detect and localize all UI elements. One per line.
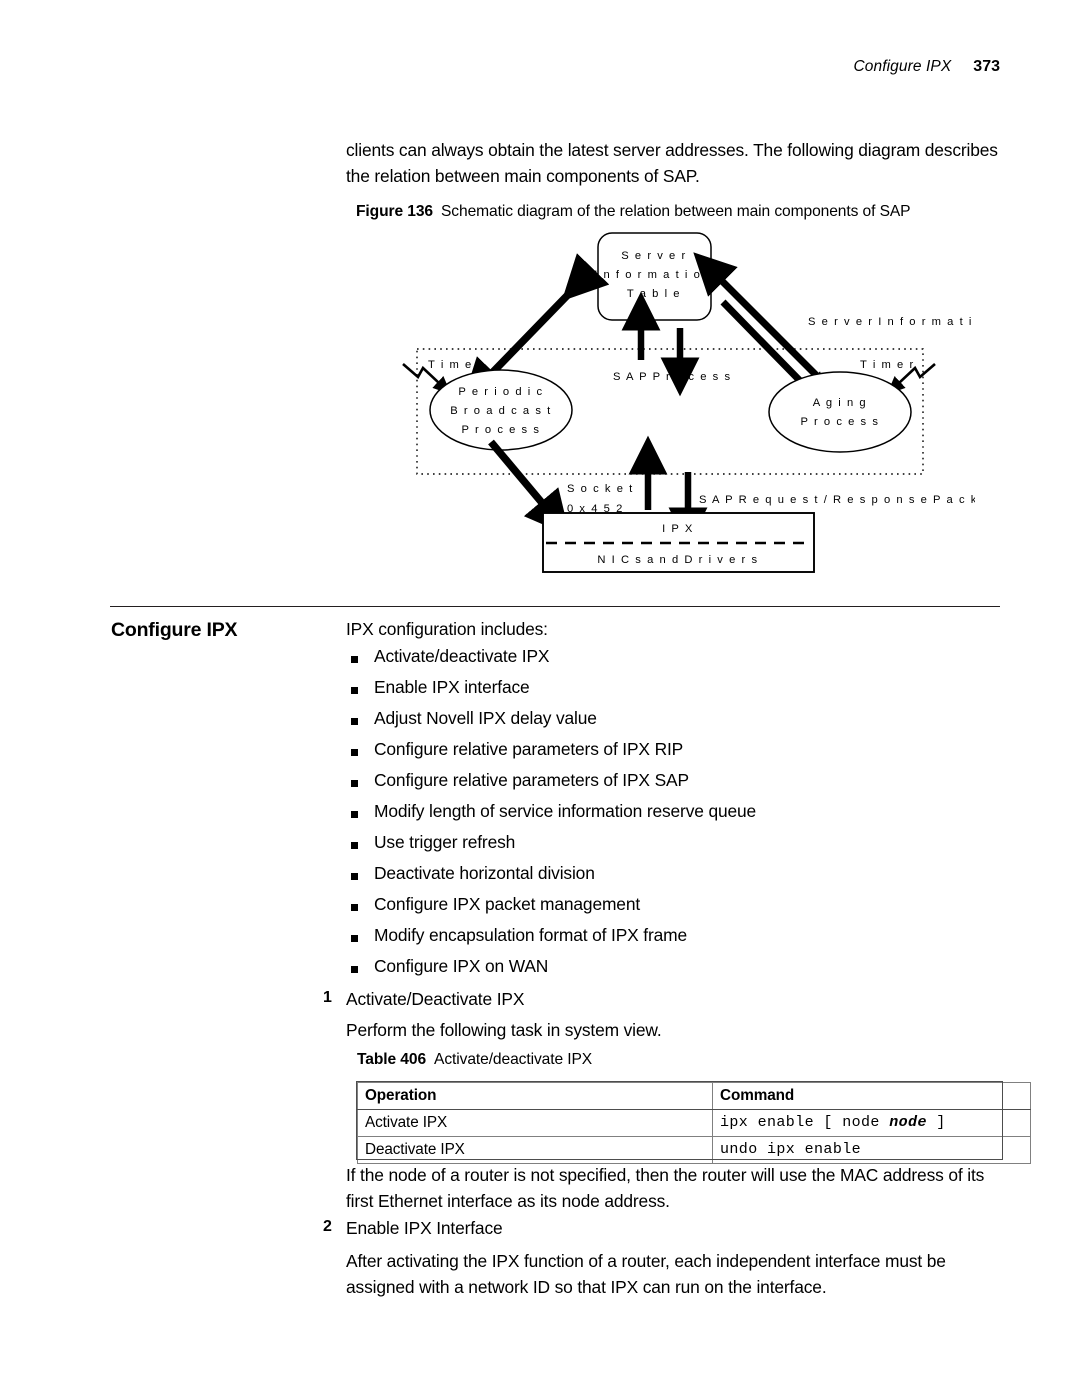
list-item-label: Configure IPX packet management	[374, 894, 641, 914]
list-item: Modify length of service information res…	[346, 801, 1006, 832]
document-page: Configure IPX 373 clients can always obt…	[0, 0, 1080, 1397]
cell-operation: Activate IPX	[357, 1109, 713, 1137]
list-item: Adjust Novell IPX delay value	[346, 708, 1006, 739]
periodic-line3: P r o c e s s	[461, 424, 540, 436]
aging-process-node	[768, 371, 912, 453]
intro-paragraph: clients can always obtain the latest ser…	[346, 140, 998, 186]
periodic-line1: P e r i o d i c	[458, 386, 543, 398]
bullet-square-icon	[351, 842, 358, 849]
list-item: Configure IPX on WAN	[346, 956, 1006, 987]
cell-command: undo ipx enable	[712, 1136, 1031, 1164]
table-label: Table 406	[357, 1051, 427, 1068]
section-lead-line: IPX configuration includes:	[346, 619, 548, 639]
sap-schematic-diagram: S e r v e r I n f o r m a t i o n T a b …	[395, 232, 975, 577]
command-variable: node	[889, 1114, 927, 1131]
arrow-down-to-aging-process	[720, 299, 835, 417]
table-caption: Table 406 Activate/deactivate IPX	[357, 1051, 592, 1069]
list-item-label: Use trigger refresh	[374, 832, 516, 852]
figure-caption-text: Schematic diagram of the relation betwee…	[441, 203, 911, 220]
list-item-label: Configure IPX on WAN	[374, 956, 549, 976]
list-item: Modify encapsulation format of IPX frame	[346, 925, 1006, 956]
page-number: 373	[973, 58, 1000, 75]
section-divider-rule	[110, 606, 1000, 607]
nics-drivers-label: N I C s a n d D r i v e r s	[597, 554, 758, 566]
list-item: Configure IPX packet management	[346, 894, 1006, 925]
periodic-line2: B r o a d c a s t	[450, 405, 552, 417]
bullet-square-icon	[351, 935, 358, 942]
step-2-number: 2	[323, 1218, 332, 1235]
table-row: Deactivate IPX undo ipx enable	[357, 1136, 1031, 1164]
step-1-number: 1	[323, 989, 332, 1006]
list-item-label: Deactivate horizontal division	[374, 863, 595, 883]
bullet-square-icon	[351, 873, 358, 880]
ipx-configuration-bullet-list: Activate/deactivate IPX Enable IPX inter…	[346, 646, 1006, 987]
list-item-label: Configure relative parameters of IPX RIP	[374, 739, 684, 759]
command-prefix: ipx enable [ node	[720, 1114, 890, 1131]
header-title: Configure IPX	[853, 58, 952, 75]
bullet-square-icon	[351, 718, 358, 725]
step-1-title: Activate/Deactivate IPX	[346, 989, 525, 1009]
cell-operation: Deactivate IPX	[357, 1136, 713, 1164]
ipx-label: I P X	[662, 523, 694, 535]
arrow-periodic-to-ipx	[488, 439, 570, 537]
cell-command: ipx enable [ node node ]	[712, 1109, 1031, 1137]
list-item-label: Adjust Novell IPX delay value	[374, 708, 597, 728]
figure-label: Figure 136	[356, 203, 433, 220]
arrow-table-periodic-bidirectional	[461, 253, 610, 405]
page-header: Configure IPX 373	[854, 58, 1001, 76]
list-item-label: Activate/deactivate IPX	[374, 646, 550, 666]
step-1-title-row: 1 Activate/Deactivate IPX	[323, 989, 525, 1010]
list-item: Configure relative parameters of IPX SAP	[346, 770, 1006, 801]
column-header-command: Command	[712, 1082, 1031, 1110]
bullet-square-icon	[351, 656, 358, 663]
server-info-table-line1: S e r v e r	[621, 250, 687, 262]
timer-right-label: T i m e r	[860, 359, 915, 371]
sap-packets-label: S A P R e q u e s t / R e s p o n s e P …	[699, 494, 975, 506]
list-item-label: Enable IPX interface	[374, 677, 530, 697]
list-item: Use trigger refresh	[346, 832, 1006, 863]
aging-line2: P r o c e s s	[800, 416, 879, 428]
list-item-label: Configure relative parameters of IPX SAP	[374, 770, 689, 790]
server-info-table-line2: I n f o r m a t i o n	[594, 269, 714, 281]
command-suffix: ]	[926, 1114, 946, 1131]
socket-label-line1: S o c k e t	[567, 483, 634, 495]
list-item-label: Modify length of service information res…	[374, 801, 757, 821]
figure-caption: Figure 136 Schematic diagram of the relat…	[356, 203, 911, 221]
step-2-title: Enable IPX Interface	[346, 1218, 503, 1238]
server-information-label: S e r v e r I n f o r m a t i o n	[808, 316, 975, 328]
server-info-table-line3: T a b l e	[627, 288, 681, 300]
list-item-label: Modify encapsulation format of IPX frame	[374, 925, 687, 945]
table-row: Activate IPX ipx enable [ node node ]	[357, 1109, 1031, 1137]
section-heading: Configure IPX	[111, 619, 238, 641]
table-caption-text: Activate/deactivate IPX	[434, 1051, 593, 1068]
timer-left-label: T i m e r	[428, 359, 483, 371]
column-header-operation: Operation	[357, 1082, 713, 1110]
step-2-title-row: 2 Enable IPX Interface	[323, 1218, 503, 1239]
aging-line1: A g i n g	[813, 397, 867, 409]
activate-deactivate-ipx-table: Operation Command Activate IPX ipx enabl…	[357, 1082, 1031, 1164]
step-2-body: After activating the IPX function of a r…	[346, 1251, 946, 1297]
bullet-square-icon	[351, 811, 358, 818]
bullet-square-icon	[351, 749, 358, 756]
list-item: Configure relative parameters of IPX RIP	[346, 739, 1006, 770]
sap-process-label: S A P P r o c e s s	[613, 371, 732, 383]
note-paragraph: If the node of a router is not specified…	[346, 1165, 985, 1211]
list-item: Activate/deactivate IPX	[346, 646, 1006, 677]
list-item: Enable IPX interface	[346, 677, 1006, 708]
bullet-square-icon	[351, 966, 358, 973]
list-item: Deactivate horizontal division	[346, 863, 1006, 894]
table-header-row: Operation Command	[357, 1082, 1031, 1110]
bullet-square-icon	[351, 687, 358, 694]
bullet-square-icon	[351, 780, 358, 787]
command-prefix: undo ipx enable	[720, 1141, 862, 1158]
bullet-square-icon	[351, 904, 358, 911]
step-1-body: Perform the following task in system vie…	[346, 1020, 662, 1040]
